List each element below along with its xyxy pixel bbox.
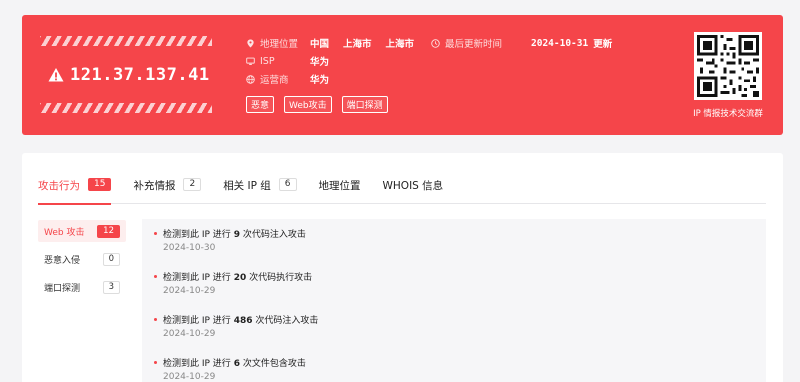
tab-count-badge: 15	[88, 178, 112, 191]
event-type: 次文件包含攻击	[242, 359, 306, 369]
tab-label: 地理位置	[318, 180, 361, 192]
operator-row: 运营商 华为	[246, 72, 329, 86]
operator-label: 运营商	[260, 75, 289, 86]
event-prefix: 检测到此 IP 进行	[163, 273, 231, 283]
event-date: 2024-10-29	[163, 372, 216, 382]
list-item: 检测到此 IP 进行 9 次代码注入攻击 2024-10-30	[154, 227, 766, 253]
event-count: 20	[233, 273, 247, 283]
detail-tabs: 攻击行为 15 补充情报 2 相关 IP 组 6 地理位置 WHOIS 信息	[38, 178, 766, 205]
list-item: 检测到此 IP 进行 486 次代码注入攻击 2024-10-29	[154, 313, 766, 339]
operator-value: 华为	[310, 75, 330, 86]
event-prefix: 检测到此 IP 进行	[163, 316, 231, 326]
tab-count-badge: 6	[278, 178, 297, 191]
location-country: 中国	[310, 39, 330, 50]
ip-heading: 121.37.137.41	[48, 65, 210, 85]
sidebar-count-badge: 12	[97, 224, 120, 238]
qr-caption: IP 情报技术交流群	[693, 109, 763, 119]
sidebar-item-malicious-intrusion[interactable]: 恶意入侵 0	[38, 248, 126, 270]
tab-supplementary-intel[interactable]: 补充情报 2	[133, 178, 202, 204]
qr-code-icon	[694, 32, 762, 100]
clock-icon	[431, 38, 440, 48]
threat-tags: 恶意 Web攻击 端口探测	[246, 96, 388, 113]
isp-value: 华为	[310, 57, 330, 68]
event-prefix: 检测到此 IP 进行	[163, 359, 231, 369]
tab-attack-behavior[interactable]: 攻击行为 15	[38, 178, 112, 205]
event-title: 检测到此 IP 进行 6 次文件包含攻击	[163, 356, 766, 369]
last-updated-date: 2024-10-31	[531, 37, 589, 49]
tab-whois[interactable]: WHOIS 信息	[383, 178, 444, 204]
sidebar-item-port-scan[interactable]: 端口探测 3	[38, 276, 126, 298]
last-updated-row: 最后更新时间 2024-10-31 更新	[431, 36, 612, 50]
isp-label: ISP	[260, 55, 275, 67]
tag-web-attack[interactable]: Web攻击	[284, 96, 332, 113]
event-title: 检测到此 IP 进行 486 次代码注入攻击	[163, 313, 766, 326]
details-card: 攻击行为 15 补充情报 2 相关 IP 组 6 地理位置 WHOIS 信息 W…	[22, 153, 783, 382]
event-type: 次代码执行攻击	[249, 273, 313, 283]
event-count: 486	[233, 316, 253, 326]
event-title: 检测到此 IP 进行 20 次代码执行攻击	[163, 270, 766, 283]
event-date: 2024-10-30	[163, 243, 216, 253]
sidebar-item-web-attack[interactable]: Web 攻击 12	[38, 220, 126, 242]
event-date: 2024-10-29	[163, 329, 216, 339]
warning-icon	[48, 68, 64, 82]
location-pin-icon	[247, 38, 254, 48]
ip-address: 121.37.137.41	[70, 65, 210, 85]
last-updated-suffix: 更新	[593, 39, 613, 50]
sidebar-item-label: Web 攻击	[44, 227, 85, 238]
event-title: 检测到此 IP 进行 9 次代码注入攻击	[163, 227, 766, 240]
sidebar-item-label: 端口探测	[44, 283, 81, 294]
tag-port-scan[interactable]: 端口探测	[341, 96, 388, 113]
tab-count-badge: 2	[183, 178, 202, 191]
monitor-icon	[246, 57, 255, 65]
tab-label: 攻击行为	[38, 180, 80, 192]
tab-related-ip-groups[interactable]: 相关 IP 组 6	[223, 178, 297, 204]
tab-label: WHOIS 信息	[382, 180, 444, 192]
attack-category-menu: Web 攻击 12 恶意入侵 0 端口探测 3	[38, 220, 126, 304]
sidebar-item-label: 恶意入侵	[44, 255, 81, 266]
decorative-stripe-top	[40, 36, 212, 46]
tab-geolocation[interactable]: 地理位置	[319, 178, 361, 204]
sidebar-count-badge: 3	[102, 280, 120, 294]
location-province: 上海市	[343, 39, 372, 50]
event-date: 2024-10-29	[163, 286, 216, 296]
attack-event-list: 检测到此 IP 进行 9 次代码注入攻击 2024-10-30 检测到此 IP …	[142, 219, 766, 382]
list-item: 检测到此 IP 进行 20 次代码执行攻击 2024-10-29	[154, 270, 766, 296]
tab-label: 相关 IP 组	[223, 180, 271, 192]
location-city: 上海市	[385, 39, 415, 50]
last-updated-label: 最后更新时间	[445, 39, 503, 50]
isp-row: ISP 华为	[246, 54, 329, 68]
location-row: 地理位置 中国 上海市 上海市	[246, 36, 428, 50]
tag-malicious[interactable]: 恶意	[246, 96, 275, 113]
event-type: 次代码注入攻击	[242, 230, 306, 240]
ip-summary-banner: 121.37.137.41 地理位置 中国 上海市 上海市 ISP 华为 运营商…	[22, 15, 783, 135]
list-item: 检测到此 IP 进行 6 次文件包含攻击 2024-10-29	[154, 356, 766, 382]
decorative-stripe-bottom	[40, 103, 212, 113]
tab-label: 补充情报	[133, 180, 176, 192]
globe-icon	[246, 74, 255, 84]
event-type: 次代码注入攻击	[255, 316, 319, 326]
event-prefix: 检测到此 IP 进行	[163, 230, 231, 240]
sidebar-count-badge: 0	[102, 252, 120, 266]
event-count: 9	[233, 230, 240, 240]
event-count: 6	[233, 359, 240, 369]
location-label: 地理位置	[260, 39, 299, 50]
